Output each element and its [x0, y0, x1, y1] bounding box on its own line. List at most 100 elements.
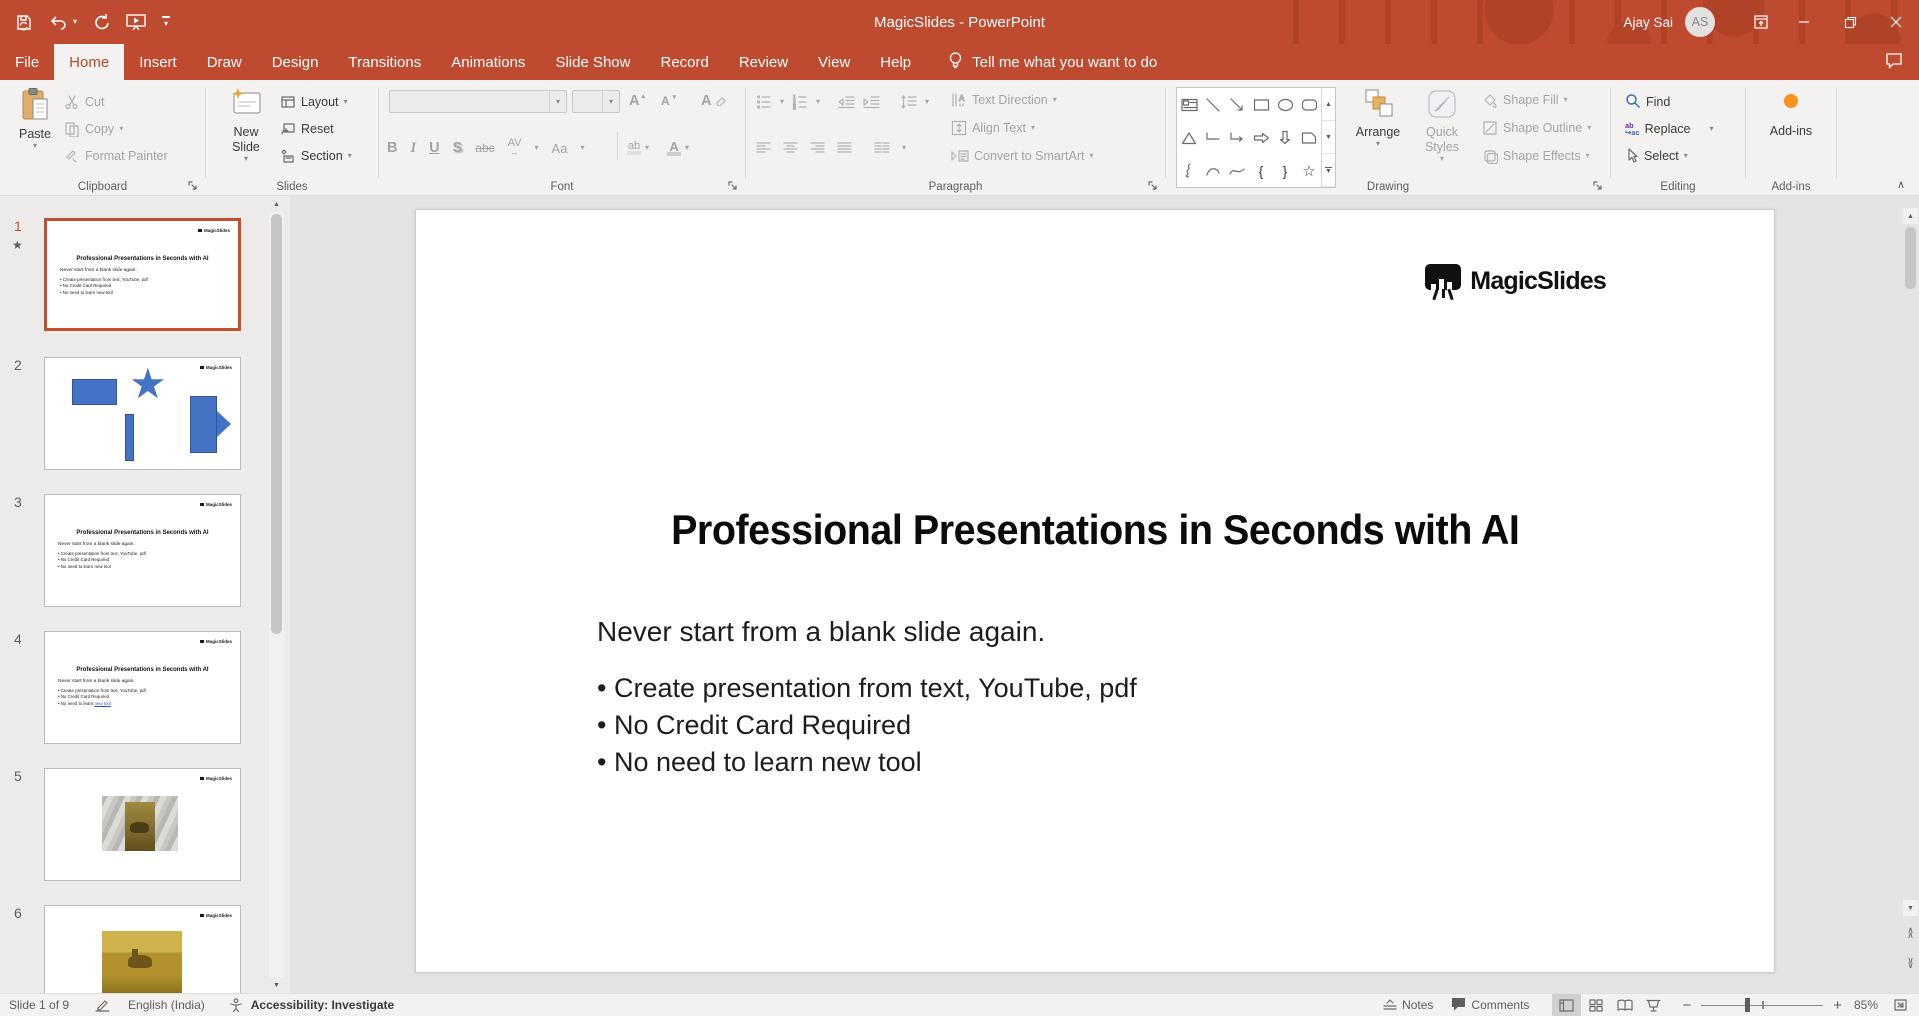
shape-down-arrow-icon[interactable]	[1273, 121, 1297, 154]
mini-hyperlink[interactable]: new tool	[94, 701, 110, 706]
account-avatar[interactable]: AS	[1685, 7, 1715, 37]
close-button[interactable]	[1873, 0, 1919, 44]
paragraph-dialog-launcher[interactable]	[1146, 179, 1160, 193]
change-case-dropdown-icon[interactable]: ▾	[580, 144, 584, 152]
scroll-down-icon[interactable]: ▼	[269, 977, 284, 993]
slide-indicator[interactable]: Slide 1 of 9	[9, 998, 69, 1012]
bold-button[interactable]: B	[387, 140, 397, 156]
shape-rounded-rectangle-icon[interactable]	[1297, 88, 1321, 121]
gallery-up-icon[interactable]: ▲	[1322, 88, 1335, 121]
zoom-slider[interactable]	[1701, 994, 1824, 1016]
tab-animations[interactable]: Animations	[436, 44, 540, 80]
highlight-color-button[interactable]: ab	[627, 141, 641, 155]
save-autosave-button[interactable]	[14, 13, 33, 32]
tab-design[interactable]: Design	[257, 44, 334, 80]
slide-body-text[interactable]: • Create presentation from text, YouTube…	[597, 670, 1137, 781]
character-spacing-dropdown-icon[interactable]: ▾	[535, 144, 539, 152]
zoom-slider-thumb[interactable]	[1745, 998, 1751, 1012]
align-text-button[interactable]: Align Text ▾	[951, 116, 1035, 140]
tab-slide-show[interactable]: Slide Show	[540, 44, 645, 80]
shape-effects-button[interactable]: Shape Effects ▾	[1482, 144, 1590, 168]
ribbon-display-options-button[interactable]	[1741, 0, 1781, 44]
undo-button[interactable]	[48, 14, 68, 30]
text-direction-button[interactable]: A Text Direction ▾	[951, 88, 1057, 112]
shape-outline-button[interactable]: Shape Outline ▾	[1482, 116, 1591, 140]
shape-right-arrow-icon[interactable]	[1249, 121, 1273, 154]
shape-line-icon[interactable]	[1201, 88, 1225, 121]
tab-draw[interactable]: Draw	[192, 44, 257, 80]
replace-button[interactable]: ab ↪ac Replace ▾	[1625, 117, 1714, 141]
convert-to-smartart-button[interactable]: Convert to SmartArt ▾	[951, 144, 1093, 168]
increase-font-size-button[interactable]: A ▴	[629, 89, 645, 113]
animation-star-icon[interactable]: ★	[12, 238, 23, 252]
zoom-in-button[interactable]: +	[1829, 997, 1846, 1014]
next-slide-button[interactable]: ∨ ∨	[1903, 950, 1918, 976]
line-spacing-dropdown-icon[interactable]: ▾	[925, 98, 929, 106]
copy-button[interactable]: Copy ▾	[64, 117, 123, 141]
shape-arrow-icon[interactable]	[1225, 88, 1249, 121]
numbering-button[interactable]: 123	[792, 94, 808, 110]
justify-button[interactable]	[837, 141, 852, 155]
section-button[interactable]: Section ▾	[280, 144, 352, 168]
tab-transitions[interactable]: Transitions	[333, 44, 436, 80]
font-size-dropdown-icon[interactable]: ▾	[602, 91, 619, 112]
account-name[interactable]: Ajay Sai	[1623, 15, 1673, 30]
increase-indent-button[interactable]	[863, 94, 880, 110]
accessibility-icon[interactable]	[229, 998, 243, 1012]
font-size-combo[interactable]: ▾	[572, 90, 620, 113]
scrollbar-thumb[interactable]	[1905, 227, 1916, 289]
slideshow-view-button[interactable]	[1639, 994, 1668, 1016]
redo-repeat-button[interactable]	[92, 13, 110, 31]
select-button[interactable]: Select ▾	[1625, 144, 1688, 168]
new-slide-button[interactable]: New Slide ▾	[220, 87, 272, 163]
arrange-button[interactable]: Arrange ▾	[1350, 87, 1406, 148]
cut-button[interactable]: Cut	[64, 90, 104, 114]
tab-help[interactable]: Help	[865, 44, 926, 80]
shape-elbow-connector-icon[interactable]	[1201, 121, 1225, 154]
language-indicator[interactable]: English (India)	[128, 998, 205, 1012]
slide-thumbnail-2[interactable]: MagicSlides ★	[44, 357, 241, 470]
numbering-dropdown-icon[interactable]: ▾	[816, 98, 820, 106]
underline-button[interactable]: U	[429, 140, 439, 156]
font-name-combo[interactable]: ▾	[389, 90, 567, 113]
gallery-down-icon[interactable]: ▼	[1322, 121, 1335, 154]
layout-button[interactable]: Layout ▾	[280, 90, 348, 114]
text-shadow-button[interactable]: S	[453, 140, 463, 156]
bullets-button[interactable]	[756, 94, 772, 110]
paste-button[interactable]: Paste ▾	[12, 87, 58, 150]
shape-rectangle-icon[interactable]	[1249, 88, 1273, 121]
scroll-up-icon[interactable]: ▲	[1903, 208, 1918, 224]
strikethrough-button[interactable]: abc	[475, 141, 494, 155]
reading-view-button[interactable]	[1610, 994, 1639, 1016]
tab-home[interactable]: Home	[54, 44, 125, 80]
restore-button[interactable]	[1827, 0, 1873, 44]
slide-sorter-view-button[interactable]	[1581, 994, 1610, 1016]
shape-elbow-arrow-connector-icon[interactable]	[1225, 121, 1249, 154]
text-box-icon[interactable]	[1177, 88, 1201, 121]
drawing-dialog-launcher[interactable]	[1591, 179, 1605, 193]
slide-thumbnail-6[interactable]: MagicSlides	[44, 905, 241, 993]
fit-slide-to-window-button[interactable]	[1886, 994, 1915, 1016]
previous-slide-button[interactable]: ∧ ∧	[1903, 920, 1918, 946]
thumbnail-scrollbar-thumb[interactable]	[271, 214, 282, 634]
character-spacing-button[interactable]: AV ↔	[508, 138, 522, 158]
tab-review[interactable]: Review	[724, 44, 803, 80]
normal-view-button[interactable]	[1552, 994, 1582, 1016]
italic-button[interactable]: I	[410, 140, 416, 157]
font-name-dropdown-icon[interactable]: ▾	[549, 91, 566, 112]
scroll-down-icon[interactable]: ▼	[1903, 900, 1918, 916]
tab-view[interactable]: View	[803, 44, 865, 80]
shape-fill-button[interactable]: Shape Fill ▾	[1482, 88, 1568, 112]
scroll-up-icon[interactable]: ▲	[269, 196, 284, 212]
slide-title-text[interactable]: Professional Presentations in Seconds wi…	[416, 506, 1774, 554]
share-comments-icon[interactable]	[1885, 52, 1903, 73]
align-left-button[interactable]	[756, 141, 771, 155]
shape-snip-rectangle-icon[interactable]	[1297, 121, 1321, 154]
decrease-indent-button[interactable]	[838, 94, 855, 110]
highlight-dropdown-icon[interactable]: ▾	[645, 144, 649, 152]
slide-thumbnail-5[interactable]: MagicSlides	[44, 768, 241, 881]
pen-icon[interactable]	[95, 998, 110, 1012]
slide-thumbnail-3[interactable]: MagicSlides Professional Presentations i…	[44, 494, 241, 607]
slide-subtitle-text[interactable]: Never start from a blank slide again.	[597, 616, 1045, 648]
find-button[interactable]: Find	[1625, 90, 1670, 114]
